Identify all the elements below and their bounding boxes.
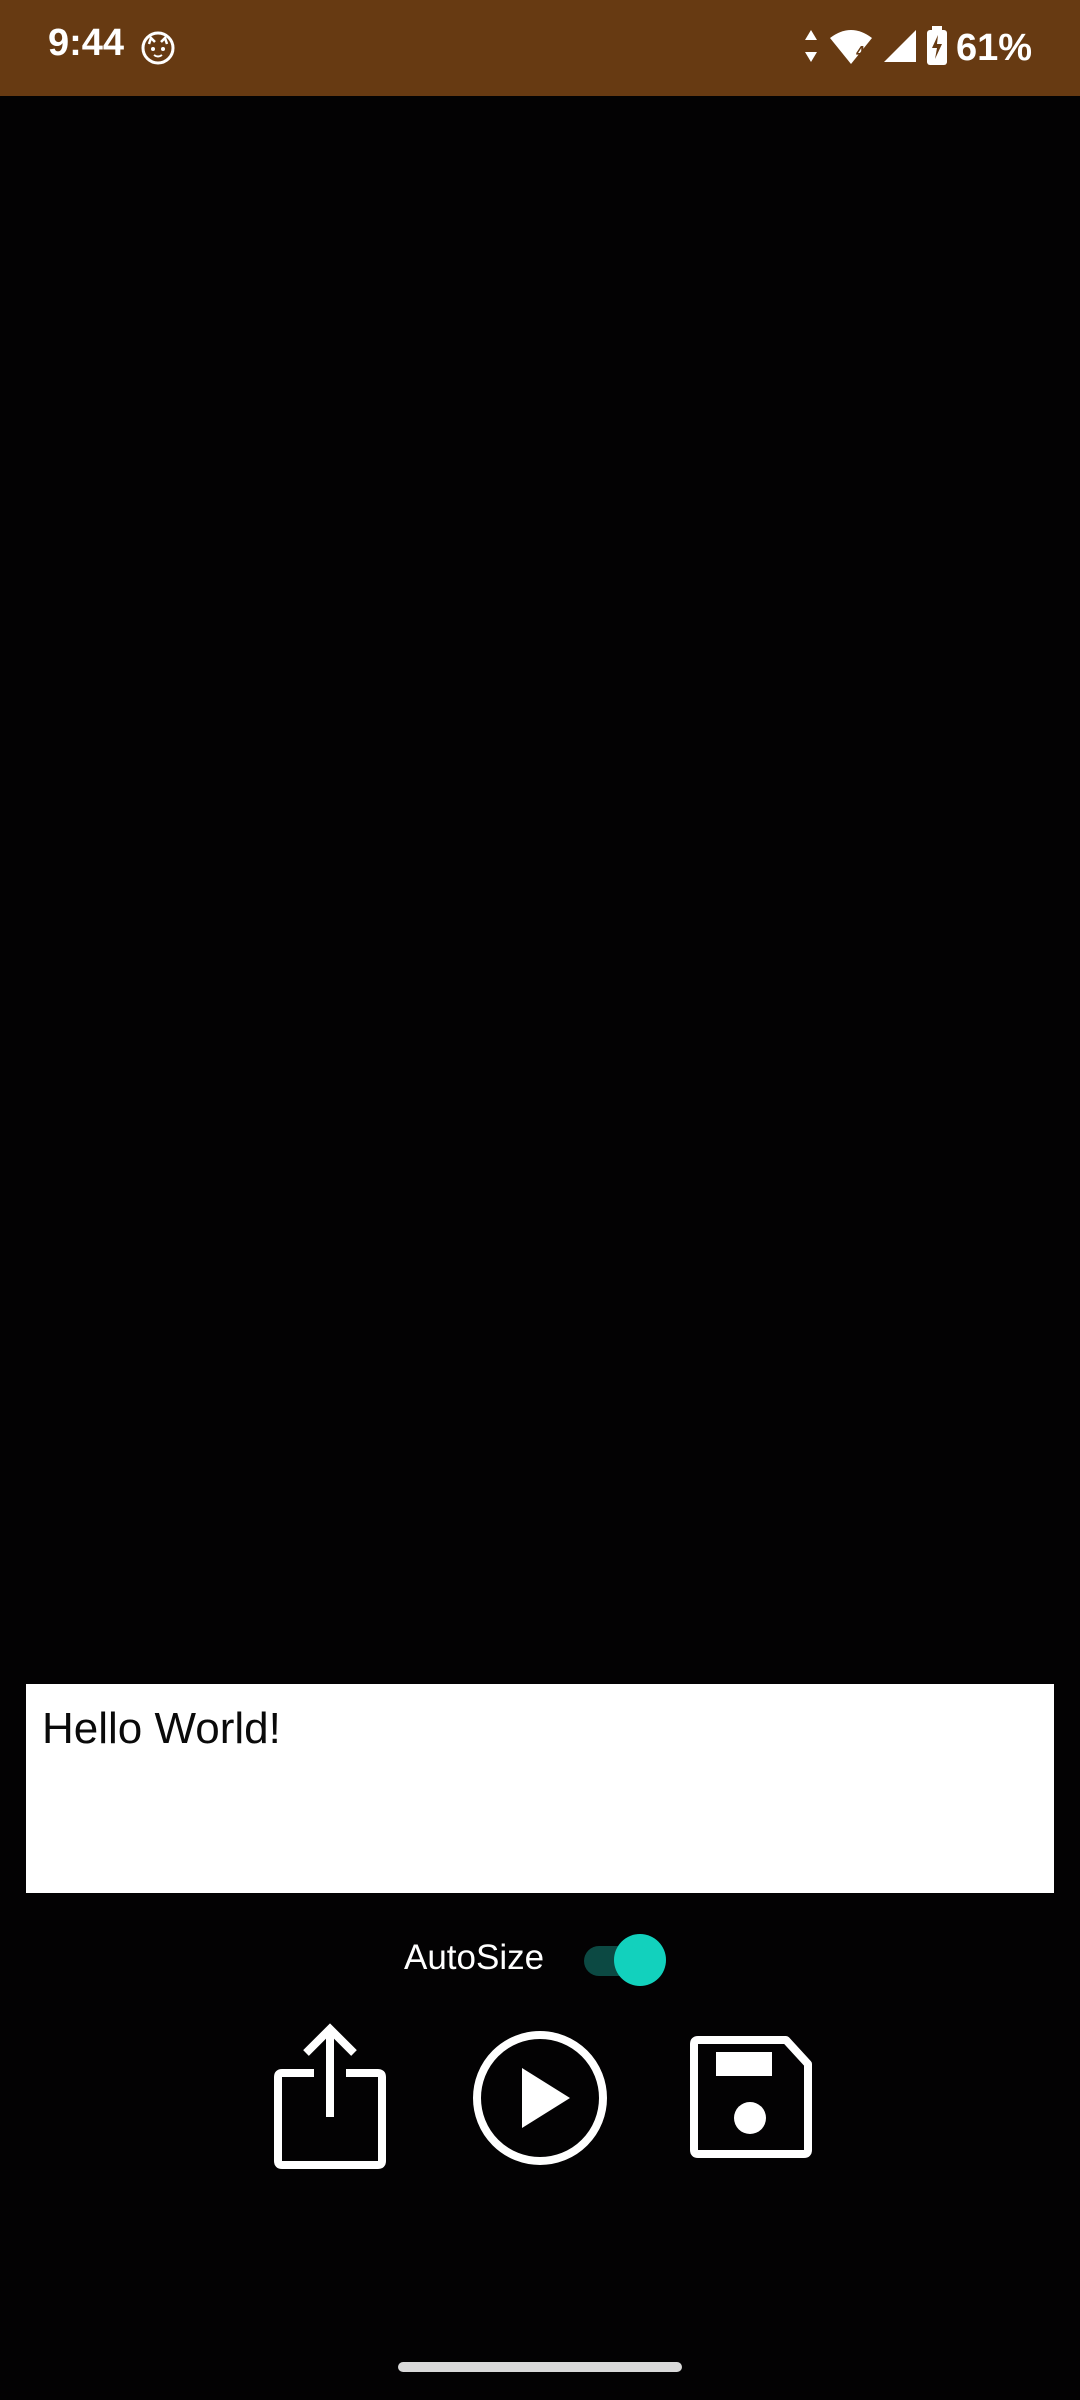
text-input[interactable]: Hello World!	[26, 1684, 1054, 1893]
autosize-row: AutoSize	[0, 1930, 1080, 1990]
wifi-icon: 4	[828, 28, 874, 68]
autosize-label: AutoSize	[404, 1938, 545, 1977]
save-icon	[688, 2035, 812, 2165]
cell-signal-icon	[882, 28, 918, 69]
play-button[interactable]	[470, 2025, 610, 2175]
battery-percent: 61%	[955, 26, 1032, 69]
data-arrows-icon	[802, 26, 820, 71]
share-icon	[274, 2022, 386, 2178]
wifi-badge: 4	[855, 44, 865, 61]
battery-charging-icon	[926, 25, 948, 71]
cat-face-icon	[140, 30, 176, 66]
share-button[interactable]	[260, 2022, 400, 2178]
play-icon	[470, 2028, 610, 2173]
toggle-thumb	[614, 1934, 666, 1986]
autosize-toggle[interactable]	[580, 1934, 670, 1986]
home-indicator[interactable]	[398, 2362, 682, 2372]
preview-canvas	[0, 96, 1080, 1684]
status-icons: 4 61%	[802, 22, 1032, 74]
status-time: 9:44	[48, 22, 125, 64]
status-bar: 9:44 4 61%	[0, 0, 1080, 96]
text-input-value: Hello World!	[42, 1704, 281, 1753]
save-button[interactable]	[680, 2025, 820, 2175]
app-screen: 9:44 4 61% Hello World! AutoSize	[0, 0, 1080, 2400]
